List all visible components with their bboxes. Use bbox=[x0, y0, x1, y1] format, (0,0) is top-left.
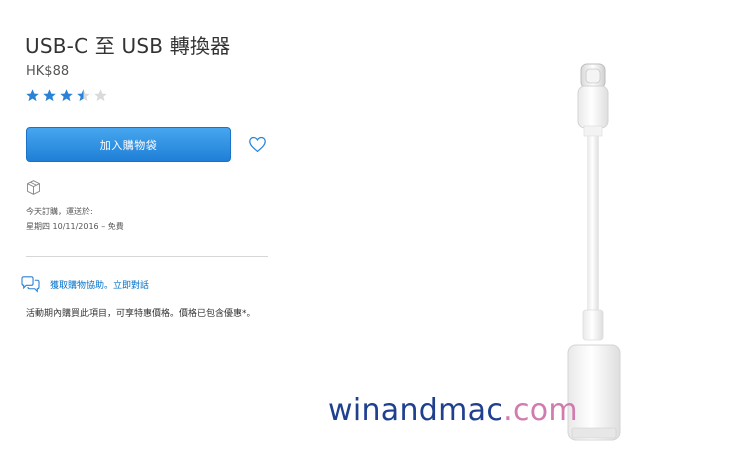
chat-icon[interactable] bbox=[20, 276, 41, 293]
star-icon bbox=[60, 89, 73, 102]
shipping-info-line2: 星期四 10/11/2016 – 免費 bbox=[26, 222, 124, 231]
star-icon bbox=[43, 89, 56, 102]
watermark-part1: winandmac bbox=[328, 393, 504, 428]
watermark: winandmac.com bbox=[328, 393, 578, 428]
divider bbox=[26, 256, 268, 257]
box-icon bbox=[27, 180, 40, 195]
product-price: HK$88 bbox=[26, 64, 70, 79]
promo-text: 活動期內購買此項目，可享特惠價格。價格已包含優惠*。 bbox=[26, 309, 256, 319]
heart-icon[interactable] bbox=[248, 136, 267, 153]
product-page: USB-C 至 USB 轉換器 HK$88 加入購物袋 今天訂購，運送於: 星期… bbox=[0, 0, 750, 465]
star-icon bbox=[26, 89, 39, 102]
half-star-icon bbox=[77, 89, 90, 102]
empty-star-icon bbox=[94, 89, 107, 102]
watermark-part2: .com bbox=[503, 393, 578, 428]
shipping-info-line1: 今天訂購，運送於: bbox=[26, 207, 93, 216]
usb-c-adapter-image bbox=[567, 63, 621, 441]
chat-help-link[interactable]: 獲取購物協助。立即對話 bbox=[50, 278, 149, 291]
rating-stars[interactable] bbox=[25, 88, 108, 103]
product-title: USB-C 至 USB 轉換器 bbox=[25, 34, 231, 58]
add-to-bag-button[interactable]: 加入購物袋 bbox=[26, 127, 231, 162]
